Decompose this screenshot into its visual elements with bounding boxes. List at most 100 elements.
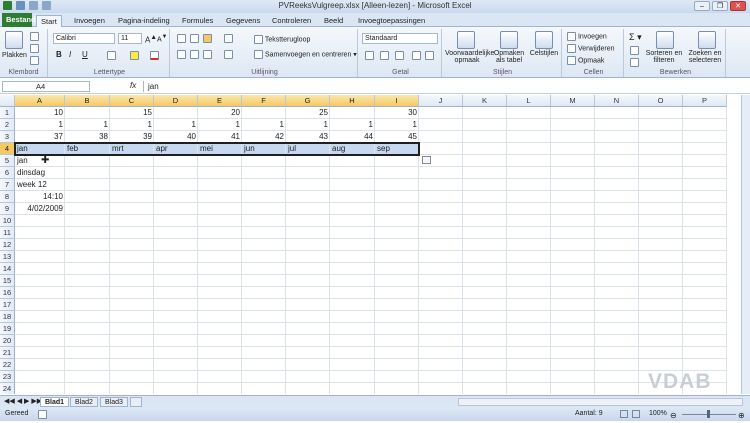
new-sheet-icon[interactable] xyxy=(130,397,142,407)
grid-cell[interactable] xyxy=(198,227,242,239)
comma-style-icon[interactable] xyxy=(395,51,404,60)
grid-cell[interactable] xyxy=(639,107,683,119)
cell-h4[interactable]: aug xyxy=(330,143,375,155)
grid-cell[interactable] xyxy=(110,299,154,311)
grid-cell[interactable] xyxy=(65,335,110,347)
column-header-d[interactable]: D xyxy=(154,95,198,107)
grid-cell[interactable] xyxy=(683,107,727,119)
grid-cell[interactable] xyxy=(639,143,683,155)
grid-cell[interactable] xyxy=(639,323,683,335)
tab-formulas[interactable]: Formules xyxy=(178,15,217,27)
grid-cell[interactable] xyxy=(551,371,595,383)
grid-cell[interactable] xyxy=(242,359,286,371)
grid-cell[interactable] xyxy=(507,155,551,167)
grid-cell[interactable] xyxy=(15,347,65,359)
row-header-21[interactable]: 21 xyxy=(0,347,15,359)
align-left-icon[interactable] xyxy=(177,50,186,59)
sheet-tab-blad1[interactable]: Blad1 xyxy=(40,397,70,407)
cell-styles-icon[interactable] xyxy=(535,31,553,49)
grid-cell[interactable] xyxy=(65,191,110,203)
tab-file[interactable]: Bestand xyxy=(2,13,36,27)
grid-cell[interactable] xyxy=(154,335,198,347)
cell-e3[interactable]: 41 xyxy=(198,131,242,143)
row-header-13[interactable]: 13 xyxy=(0,251,15,263)
grid-cell[interactable] xyxy=(463,143,507,155)
grid-cell[interactable] xyxy=(463,155,507,167)
grid-cell[interactable] xyxy=(419,371,463,383)
grid-cell[interactable] xyxy=(639,299,683,311)
grid-cell[interactable] xyxy=(595,299,639,311)
grid-cell[interactable] xyxy=(330,191,375,203)
grid-cell[interactable] xyxy=(551,203,595,215)
grid-cell[interactable] xyxy=(110,347,154,359)
grid-cell[interactable] xyxy=(463,179,507,191)
grid-cell[interactable] xyxy=(463,191,507,203)
cell-b4[interactable]: feb xyxy=(65,143,110,155)
grid-cell[interactable] xyxy=(198,347,242,359)
grid-cell[interactable] xyxy=(154,215,198,227)
grid-cell[interactable] xyxy=(375,335,419,347)
grid-cell[interactable] xyxy=(595,335,639,347)
grid-cell[interactable] xyxy=(639,167,683,179)
grid-cell[interactable] xyxy=(198,263,242,275)
grid-cell[interactable] xyxy=(242,203,286,215)
grid-cell[interactable] xyxy=(198,155,242,167)
grid-cell[interactable] xyxy=(242,263,286,275)
decrease-decimal-icon[interactable] xyxy=(425,51,434,60)
grid-cell[interactable] xyxy=(419,215,463,227)
grid-cell[interactable] xyxy=(507,335,551,347)
grid-cell[interactable] xyxy=(330,347,375,359)
grid-cell[interactable] xyxy=(242,311,286,323)
cell-a9[interactable]: 4/02/2009 xyxy=(15,203,65,215)
column-header-a[interactable]: A xyxy=(15,95,65,107)
grid-cell[interactable] xyxy=(198,167,242,179)
grid-cell[interactable] xyxy=(15,263,65,275)
grid-cell[interactable] xyxy=(65,203,110,215)
grid-cell[interactable] xyxy=(242,215,286,227)
grid-cell[interactable] xyxy=(330,167,375,179)
grid-cell[interactable] xyxy=(330,359,375,371)
row-header-20[interactable]: 20 xyxy=(0,335,15,347)
format-as-table-button[interactable]: Opmaken als tabel xyxy=(492,50,526,64)
grid-cell[interactable] xyxy=(683,335,727,347)
grid-cell[interactable] xyxy=(639,131,683,143)
grid-cell[interactable] xyxy=(551,167,595,179)
grid-cell[interactable] xyxy=(507,179,551,191)
grid-cell[interactable] xyxy=(242,275,286,287)
grid-cell[interactable] xyxy=(375,275,419,287)
grid-cell[interactable] xyxy=(419,275,463,287)
grid-cell[interactable] xyxy=(15,239,65,251)
grid-cell[interactable] xyxy=(683,143,727,155)
column-header-k[interactable]: K xyxy=(463,95,507,107)
grid-cell[interactable] xyxy=(639,287,683,299)
grid-cell[interactable] xyxy=(551,179,595,191)
grid-cell[interactable] xyxy=(330,263,375,275)
grid-cell[interactable] xyxy=(110,263,154,275)
grid-cell[interactable] xyxy=(507,119,551,131)
grid-cell[interactable] xyxy=(683,191,727,203)
name-box[interactable]: A4 xyxy=(2,81,90,92)
grid-cell[interactable] xyxy=(507,227,551,239)
grid-cell[interactable] xyxy=(110,335,154,347)
grid-cell[interactable] xyxy=(507,347,551,359)
minimize-button[interactable]: – xyxy=(694,1,710,11)
column-header-f[interactable]: F xyxy=(242,95,286,107)
grid-cell[interactable] xyxy=(242,191,286,203)
grid-cell[interactable] xyxy=(375,287,419,299)
grid-cell[interactable] xyxy=(330,311,375,323)
zoom-slider-thumb[interactable] xyxy=(707,410,710,418)
grid-cell[interactable] xyxy=(154,371,198,383)
grid-cell[interactable] xyxy=(154,227,198,239)
grid-cell[interactable] xyxy=(65,167,110,179)
grid-cell[interactable] xyxy=(375,239,419,251)
grid-cell[interactable] xyxy=(375,203,419,215)
row-header-2[interactable]: 2 xyxy=(0,119,15,131)
grid-cell[interactable] xyxy=(330,275,375,287)
row-header-16[interactable]: 16 xyxy=(0,287,15,299)
fill-icon[interactable] xyxy=(630,46,639,55)
cell-i4[interactable]: sep xyxy=(375,143,419,155)
grid-cell[interactable] xyxy=(463,347,507,359)
grid-cell[interactable] xyxy=(65,359,110,371)
grid-cell[interactable] xyxy=(154,359,198,371)
grid-cell[interactable] xyxy=(463,323,507,335)
